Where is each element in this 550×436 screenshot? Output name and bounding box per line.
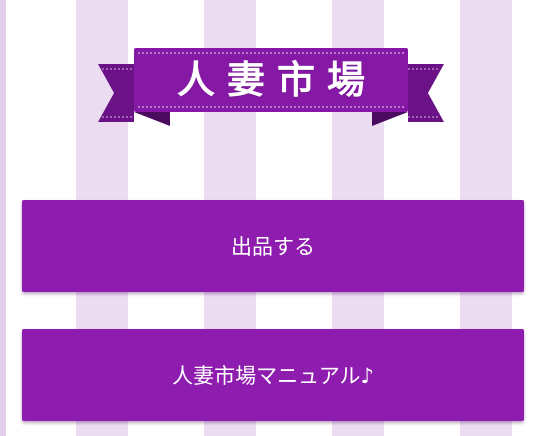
sell-button-label: 出品する bbox=[231, 235, 315, 259]
manual-button-label: 人妻市場マニュアル♪ bbox=[172, 364, 374, 388]
manual-button[interactable]: 人妻市場マニュアル♪ bbox=[22, 329, 524, 421]
left-edge-border bbox=[0, 0, 6, 436]
site-title: 人妻市場 bbox=[176, 57, 377, 102]
sell-button[interactable]: 出品する bbox=[22, 200, 524, 292]
title-banner: 人妻市場 bbox=[96, 44, 446, 128]
